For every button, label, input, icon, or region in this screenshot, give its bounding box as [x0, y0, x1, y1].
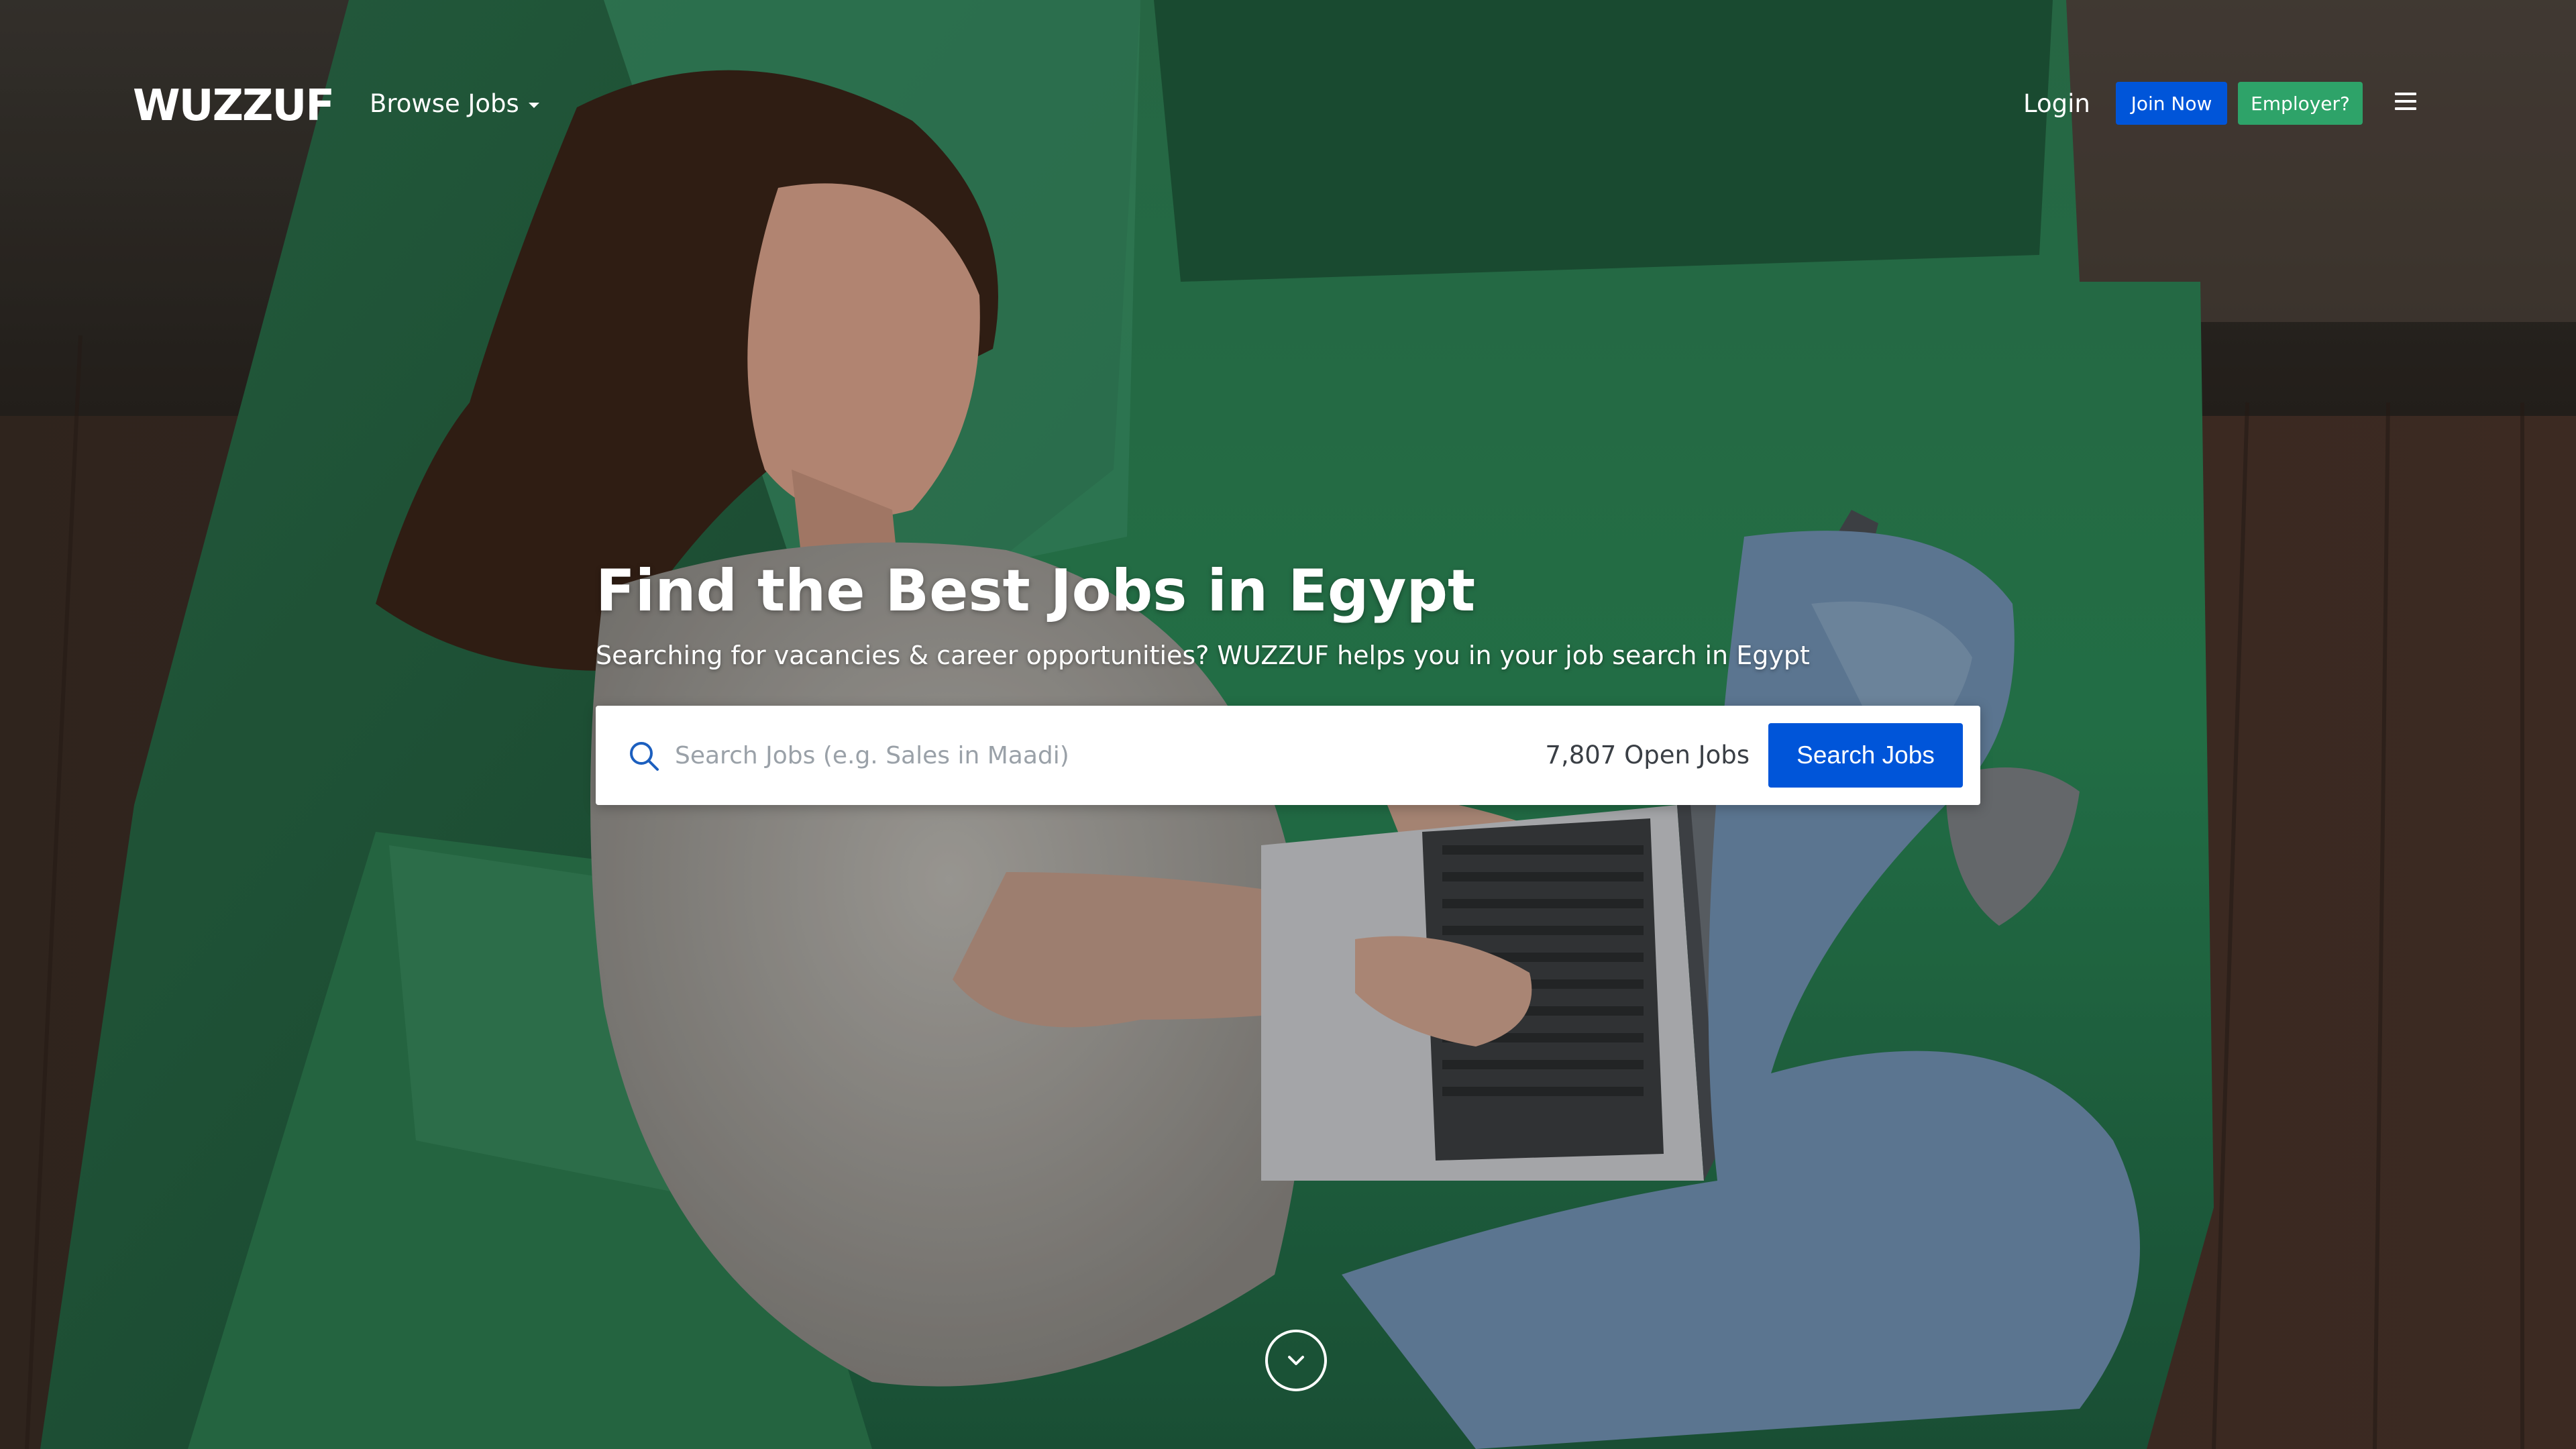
- menu-bar: [2395, 107, 2416, 110]
- menu-bar: [2395, 100, 2416, 103]
- employer-button[interactable]: Employer?: [2238, 82, 2363, 125]
- open-jobs-count: 7,807 Open Jobs: [1545, 741, 1750, 769]
- hero-title: Find the Best Jobs in Egypt: [596, 557, 1476, 625]
- browse-jobs-dropdown[interactable]: Browse Jobs: [370, 87, 539, 121]
- menu-bar: [2395, 93, 2416, 95]
- hero-subtitle: Searching for vacancies & career opportu…: [596, 641, 1810, 670]
- job-search-bar: 7,807 Open Jobs Search Jobs: [596, 706, 1980, 805]
- wuzzuf-logo[interactable]: WUZZUF: [133, 79, 335, 133]
- hamburger-menu-icon[interactable]: [2394, 93, 2418, 117]
- caret-down-icon: [528, 103, 539, 108]
- search-icon: [627, 739, 661, 773]
- search-jobs-button[interactable]: Search Jobs: [1768, 723, 1963, 788]
- login-link[interactable]: Login: [2023, 87, 2090, 121]
- browse-jobs-label: Browse Jobs: [370, 89, 519, 118]
- join-now-button[interactable]: Join Now: [2116, 82, 2227, 125]
- search-input[interactable]: [675, 729, 1480, 782]
- landing-page: WUZZUF Browse Jobs Login Join Now Employ…: [0, 0, 2576, 1449]
- top-navbar: WUZZUF Browse Jobs Login Join Now Employ…: [0, 0, 2576, 208]
- chevron-down-icon: [1288, 1356, 1304, 1365]
- scroll-down-button[interactable]: [1265, 1330, 1327, 1391]
